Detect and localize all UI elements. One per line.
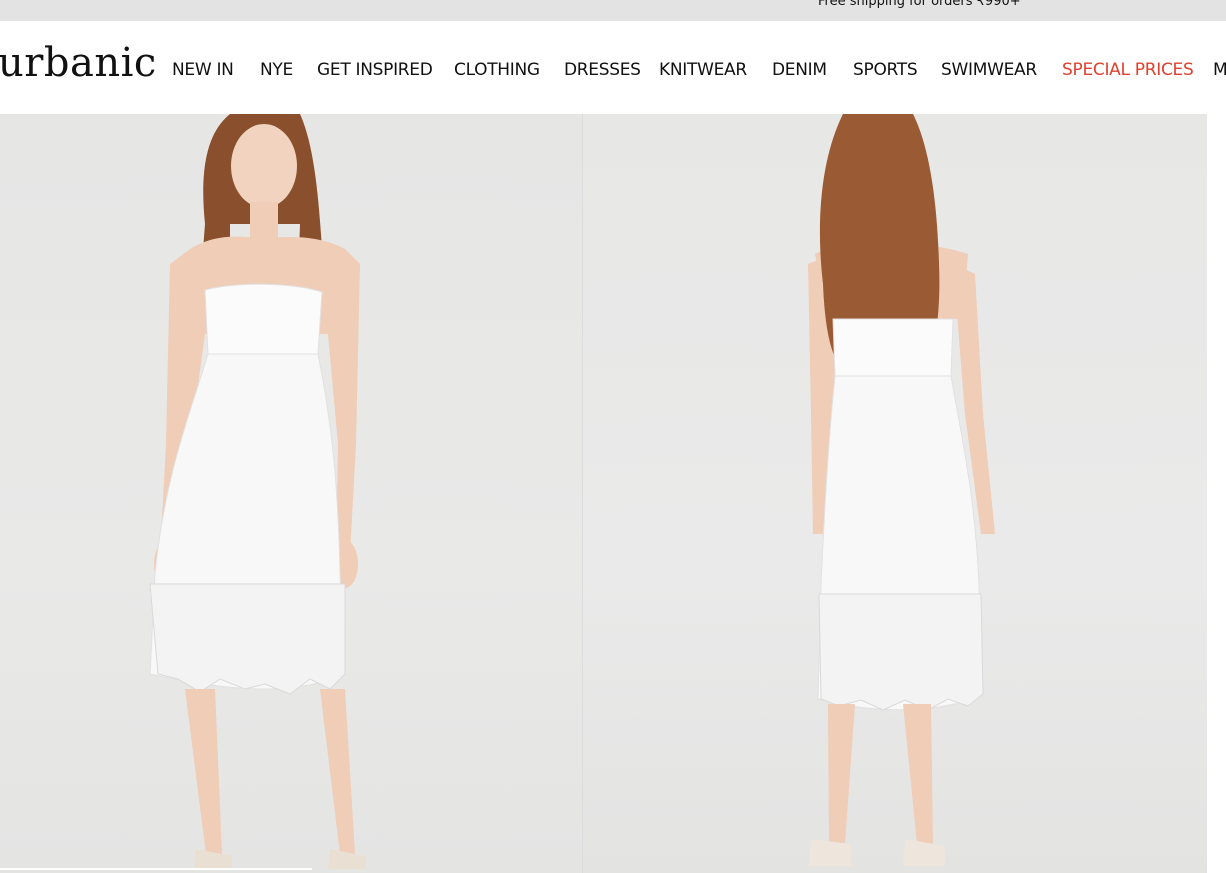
nav-item-swimwear[interactable]: SWIMWEAR <box>941 60 1037 80</box>
promo-bar: Free shipping for orders ₹990+ <box>0 0 1226 21</box>
site-header: urbanic NEW IN NYE GET INSPIRED CLOTHING… <box>0 21 1226 114</box>
model-back-illustration <box>808 114 995 866</box>
product-image-back[interactable] <box>583 114 1207 873</box>
nav-item-get-inspired[interactable]: GET INSPIRED <box>317 60 433 80</box>
nav-item-special-prices[interactable]: SPECIAL PRICES <box>1062 60 1194 80</box>
model-front-illustration <box>149 114 366 869</box>
nav-item-clothing[interactable]: CLOTHING <box>454 60 540 80</box>
nav-item-new-in[interactable]: NEW IN <box>172 60 234 80</box>
nav-item-denim[interactable]: DENIM <box>772 60 827 80</box>
nav-item-nye[interactable]: NYE <box>260 60 293 80</box>
product-gallery <box>0 114 1226 873</box>
main-nav: NEW IN NYE GET INSPIRED CLOTHING DRESSES… <box>0 21 1226 114</box>
product-image-front[interactable] <box>0 114 582 873</box>
promo-text: Free shipping for orders ₹990+ <box>818 0 1021 9</box>
nav-item-more[interactable]: M <box>1213 60 1226 80</box>
nav-item-dresses[interactable]: DRESSES <box>564 60 641 80</box>
nav-item-knitwear[interactable]: KNITWEAR <box>659 60 747 80</box>
nav-item-sports[interactable]: SPORTS <box>853 60 918 80</box>
carousel-indicator <box>0 868 312 870</box>
